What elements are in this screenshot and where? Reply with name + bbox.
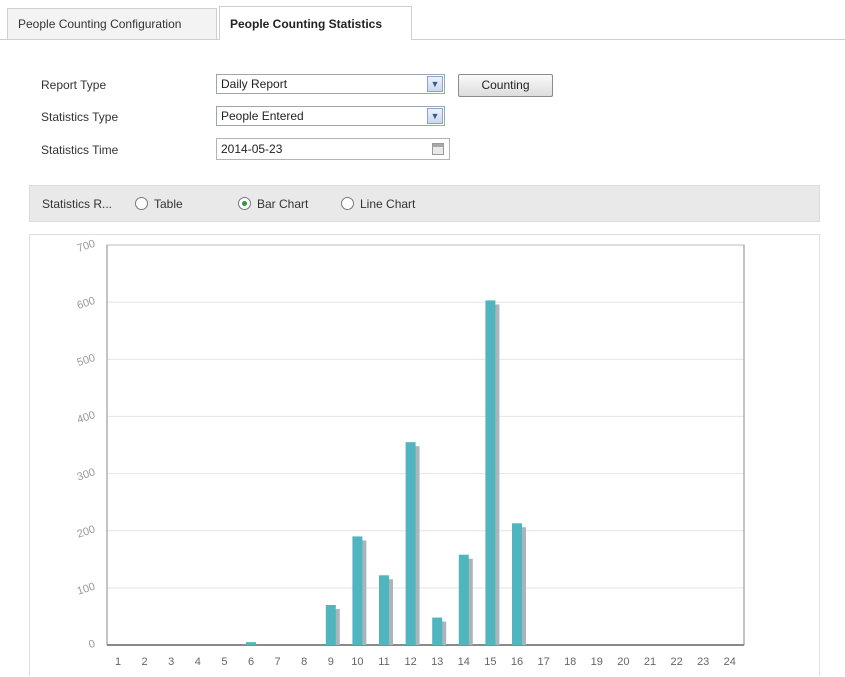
counting-button[interactable]: Counting [458, 74, 553, 97]
x-tick-label: 16 [511, 656, 523, 668]
tab-people-counting-configuration[interactable]: People Counting Configuration [7, 8, 217, 39]
statistics-display-bar: Statistics R... Table Bar Chart Line Cha… [29, 185, 820, 222]
radio-bar-chart-label: Bar Chart [257, 197, 309, 211]
y-tick-label: 600 [76, 295, 97, 312]
bar [485, 300, 496, 645]
x-tick-label: 17 [537, 656, 549, 668]
x-tick-label: 23 [697, 656, 709, 668]
bar [379, 575, 389, 645]
bar [432, 617, 443, 645]
radio-table-label: Table [154, 197, 183, 211]
x-tick-label: 18 [564, 656, 576, 668]
x-tick-label: 22 [670, 656, 682, 668]
report-type-label: Report Type [41, 78, 107, 92]
x-tick-label: 1 [115, 656, 121, 668]
plot-area [106, 244, 745, 646]
bar-chart: 01002003004005006007001 2 3 4 5 6 7 8 9 10 11 12 13 1… [76, 238, 745, 668]
y-tick-label: 0 [87, 638, 97, 651]
statistics-time-label: Statistics Time [41, 143, 119, 157]
chart-panel: 0 100 200 300 400 500 600 700 1 2 3 4 5 6 7 8 9 10 11 12 13 1… [29, 234, 820, 676]
y-tick-label: 100 [76, 581, 97, 598]
x-tick-label: 15 [484, 656, 496, 668]
report-type-select[interactable]: Daily Report ▼ [216, 74, 445, 94]
x-tick-label: 2 [142, 656, 148, 668]
bar [246, 642, 256, 645]
radio-line-chart[interactable]: Line Chart [341, 196, 415, 212]
x-tick-label: 4 [195, 656, 201, 668]
x-tick-label: 7 [275, 656, 281, 668]
x-tick-label: 21 [644, 656, 656, 668]
x-tick-label: 24 [724, 656, 736, 668]
x-tick-label: 13 [431, 656, 443, 668]
x-tick-label: 12 [404, 656, 416, 668]
x-tick-label: 11 [378, 656, 389, 668]
tab-people-counting-statistics[interactable]: People Counting Statistics [219, 6, 412, 40]
y-tick-label: 500 [76, 352, 97, 369]
calendar-icon[interactable] [432, 143, 444, 155]
radio-unselected-icon[interactable] [341, 197, 354, 211]
bar [325, 605, 336, 645]
statistics-type-select[interactable]: People Entered ▼ [216, 106, 445, 126]
x-tick-label: 9 [328, 656, 334, 668]
bar [405, 442, 416, 645]
report-type-value: Daily Report [221, 77, 288, 91]
chevron-down-icon[interactable]: ▼ [427, 76, 443, 92]
radio-table[interactable]: Table [135, 196, 183, 212]
x-tick-label: 6 [248, 656, 254, 668]
bar [512, 523, 522, 645]
y-tick-label: 400 [76, 409, 97, 426]
statistics-result-label: Statistics R... [42, 197, 113, 211]
radio-line-chart-label: Line Chart [360, 197, 416, 211]
x-tick-label: 5 [221, 656, 227, 668]
statistics-type-label: Statistics Type [41, 110, 119, 124]
statistics-type-value: People Entered [221, 109, 304, 123]
x-tick-label: 8 [301, 656, 307, 668]
chevron-down-icon[interactable]: ▼ [427, 108, 443, 124]
y-tick-label: 700 [76, 238, 97, 255]
x-tick-label: 14 [458, 656, 470, 668]
y-tick-label: 300 [76, 466, 97, 483]
x-tick-label: 19 [591, 656, 603, 668]
x-tick-label: 10 [351, 656, 363, 668]
radio-unselected-icon[interactable] [135, 197, 148, 211]
bar [458, 554, 469, 645]
x-tick-label: 20 [617, 656, 629, 668]
y-tick-label: 200 [76, 523, 97, 540]
bar [352, 536, 363, 645]
radio-selected-icon[interactable] [238, 197, 251, 211]
x-tick-label: 3 [168, 656, 174, 668]
tab-bar: People Counting Configuration People Cou… [0, 0, 845, 40]
statistics-time-value: 2014-05-23 [221, 142, 283, 156]
statistics-time-input[interactable]: 2014-05-23 [216, 138, 450, 160]
radio-bar-chart[interactable]: Bar Chart [238, 196, 308, 212]
